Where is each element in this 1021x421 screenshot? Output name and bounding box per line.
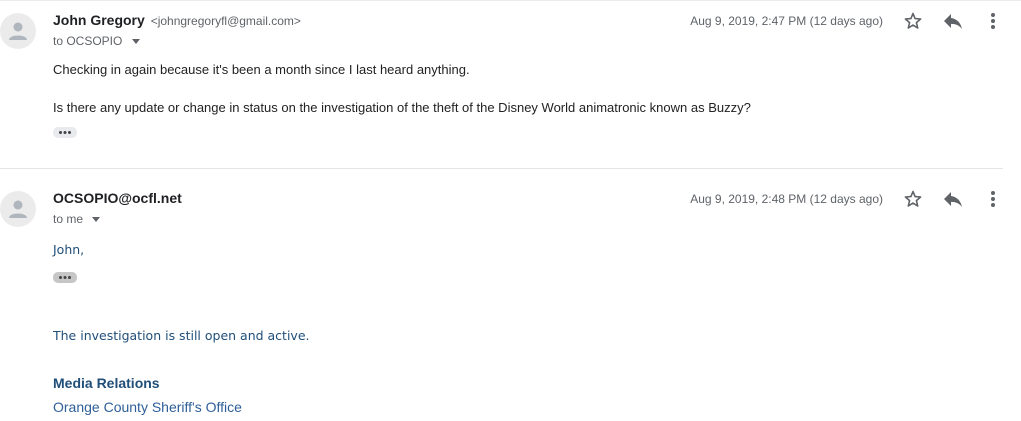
sender: OCSOPIO@ocfl.net <box>53 190 182 206</box>
more-vert-icon[interactable] <box>981 9 1005 33</box>
sender: John Gregory <johngregoryfl@gmail.com> <box>53 12 301 28</box>
recipient-label: to OCSOPIO <box>53 34 123 48</box>
message-card: John Gregory <johngregoryfl@gmail.com> t… <box>0 0 1021 169</box>
more-options-button[interactable] <box>981 9 1005 33</box>
sender-email: <johngregoryfl@gmail.com> <box>150 14 301 28</box>
reply-button[interactable] <box>941 9 965 33</box>
star-icon[interactable] <box>901 187 925 211</box>
star-button[interactable] <box>901 187 925 211</box>
more-vert-icon[interactable] <box>981 187 1005 211</box>
more-options-button[interactable] <box>981 187 1005 211</box>
person-icon <box>9 22 27 40</box>
message-greeting: John, <box>53 242 85 257</box>
message-date: Aug 9, 2019, 2:48 PM (12 days ago) <box>690 192 883 206</box>
message-body-line: Is there any update or change in status … <box>53 100 751 115</box>
signature-title: Media Relations <box>53 375 160 391</box>
recipient-label: to me <box>53 212 84 226</box>
message-card: OCSOPIO@ocfl.net to me Aug 9, 2019, 2:48… <box>0 169 1021 421</box>
sender-name[interactable]: John Gregory <box>53 12 145 28</box>
message-date: Aug 9, 2019, 2:47 PM (12 days ago) <box>690 14 883 28</box>
show-trimmed-content-button[interactable] <box>53 272 77 283</box>
avatar <box>0 13 36 49</box>
signature-organization: Orange County Sheriff's Office <box>53 399 242 415</box>
person-icon <box>9 200 27 218</box>
recipient-details-toggle[interactable]: to me <box>53 212 101 226</box>
recipient-details-toggle[interactable]: to OCSOPIO <box>53 34 140 48</box>
message-body-line: The investigation is still open and acti… <box>53 328 310 343</box>
reply-icon[interactable] <box>941 187 965 211</box>
star-button[interactable] <box>901 9 925 33</box>
message-body-line: Checking in again because it's been a mo… <box>53 62 470 77</box>
ellipsis-icon[interactable] <box>53 127 77 138</box>
avatar <box>0 191 36 227</box>
caret-down-icon[interactable] <box>92 217 101 223</box>
ellipsis-icon[interactable] <box>53 272 77 283</box>
caret-down-icon[interactable] <box>131 39 140 45</box>
reply-icon[interactable] <box>941 9 965 33</box>
sender-name[interactable]: OCSOPIO@ocfl.net <box>53 190 182 206</box>
reply-button[interactable] <box>941 187 965 211</box>
show-trimmed-content-button[interactable] <box>53 127 77 138</box>
star-icon[interactable] <box>901 9 925 33</box>
